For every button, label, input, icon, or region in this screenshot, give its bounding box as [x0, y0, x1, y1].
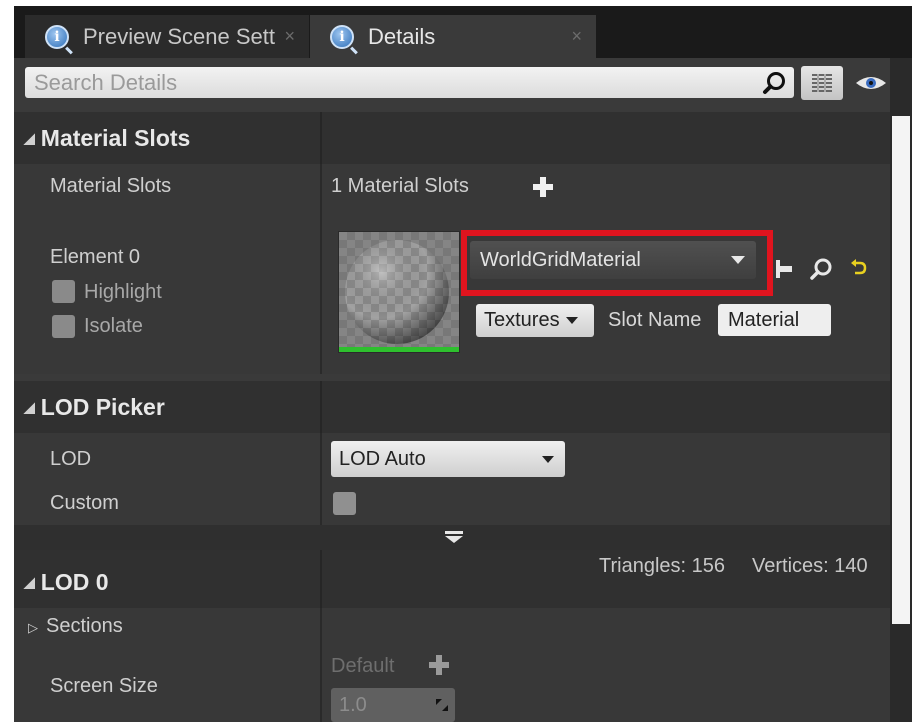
element-label: Element 0: [50, 246, 141, 268]
screen-size-value: 1.0: [339, 693, 367, 716]
material-slots-count: 1 Material Slots: [331, 175, 469, 197]
screen-size-input[interactable]: 1.0: [331, 688, 455, 722]
details-window: i Preview Scene Sett × i Details × Searc…: [14, 6, 912, 722]
section-title: Material Slots: [40, 124, 191, 151]
info-icon: i: [45, 24, 69, 49]
chevron-down-icon: [565, 317, 578, 324]
section-material-slots-header[interactable]: ◢ Material Slots: [14, 112, 890, 164]
details-panel: Search Details ◢ Material Slots Material…: [14, 58, 912, 722]
material-slots-label: Material Slots: [50, 175, 172, 197]
textures-label: Textures: [484, 309, 560, 331]
lod-value: LOD Auto: [339, 447, 426, 470]
add-icon[interactable]: [532, 176, 554, 198]
collapse-arrow-icon[interactable]: ◢: [24, 399, 35, 416]
material-thumbnail[interactable]: [338, 231, 460, 353]
info-icon: i: [330, 24, 354, 49]
default-label: Default: [331, 655, 395, 677]
section-lod-picker-header[interactable]: ◢ LOD Picker: [14, 381, 890, 433]
highlight-box: [461, 230, 773, 296]
sections-expander[interactable]: ▷ Sections: [28, 615, 123, 638]
section-title: LOD Picker: [40, 393, 165, 420]
lod-dropdown[interactable]: LOD Auto: [331, 441, 565, 477]
search-input[interactable]: Search Details: [25, 67, 794, 98]
collapse-arrow-icon[interactable]: ◢: [24, 130, 35, 147]
section-lod0-header[interactable]: ◢ LOD 0 Triangles: 156 Vertices: 140: [14, 550, 890, 608]
column-divider: [320, 381, 322, 433]
tab-label: Preview Scene Sett: [83, 23, 275, 49]
expand-arrow-icon: [445, 531, 463, 543]
material-sphere-image: [339, 232, 459, 352]
vertical-scrollbar[interactable]: [890, 58, 912, 722]
chevron-down-icon: [542, 455, 554, 463]
isolate-checkbox[interactable]: [52, 315, 75, 338]
screen-size-label: Screen Size: [50, 675, 158, 697]
use-selected-arrow-icon[interactable]: [774, 258, 794, 280]
list-view-icon: [812, 74, 832, 92]
column-divider: [320, 433, 322, 525]
section-title: LOD 0: [40, 568, 109, 595]
tab-close-icon[interactable]: ×: [284, 26, 295, 47]
add-icon[interactable]: [428, 654, 450, 676]
triangles-count: Triangles: 156: [599, 555, 725, 577]
highlight-checkbox[interactable]: [52, 280, 75, 303]
advanced-expander[interactable]: [14, 525, 890, 550]
collapse-arrow-icon[interactable]: ◢: [24, 574, 35, 591]
tab-close-icon[interactable]: ×: [571, 26, 582, 47]
isolate-label: Isolate: [84, 315, 143, 337]
column-divider: [320, 164, 322, 374]
highlight-label: Highlight: [84, 281, 162, 303]
search-icon[interactable]: [762, 70, 788, 96]
column-divider: [320, 550, 322, 608]
expand-triangle-icon: ▷: [28, 620, 38, 635]
vertices-count: Vertices: 140: [752, 555, 868, 577]
scrollbar-thumb[interactable]: [892, 116, 910, 624]
custom-label: Custom: [50, 492, 119, 514]
browse-search-icon[interactable]: [809, 256, 835, 282]
column-divider: [320, 608, 322, 722]
sections-label: Sections: [46, 615, 123, 637]
textures-dropdown[interactable]: Textures: [476, 304, 594, 337]
reset-to-default-icon[interactable]: [850, 259, 868, 277]
slot-name-input[interactable]: Material: [718, 304, 831, 336]
resize-icon: [436, 699, 448, 711]
slot-name-label: Slot Name: [608, 309, 702, 331]
view-options-button[interactable]: [801, 66, 843, 100]
lod-label: LOD: [50, 448, 92, 470]
column-divider: [320, 112, 322, 164]
tab-details[interactable]: i Details ×: [310, 15, 596, 58]
thumbnail-status-bar: [339, 347, 459, 352]
slot-name-value: Material: [728, 308, 800, 331]
tab-preview-scene-settings[interactable]: i Preview Scene Sett ×: [25, 15, 309, 58]
search-placeholder: Search Details: [34, 69, 178, 95]
tab-label: Details: [368, 23, 436, 49]
custom-checkbox[interactable]: [333, 492, 356, 515]
